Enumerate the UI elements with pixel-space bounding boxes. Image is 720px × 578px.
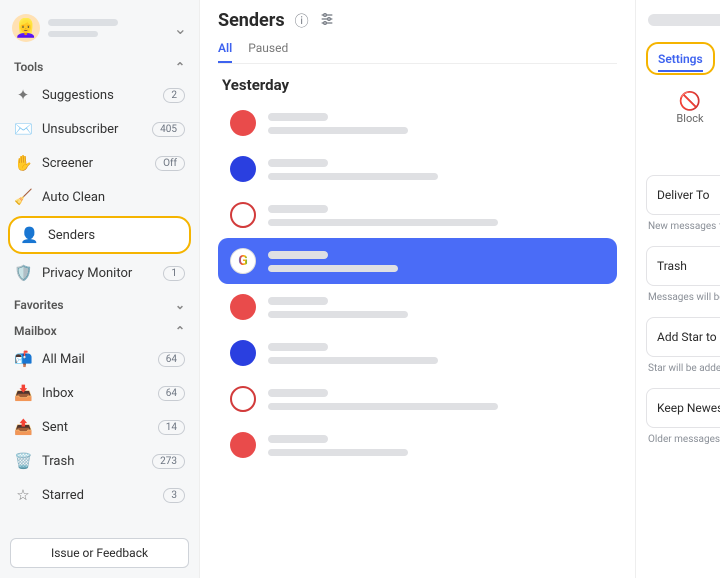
sender-avatar (230, 432, 256, 458)
sender-row[interactable] (218, 284, 617, 330)
mailbox-icon: 📥 (14, 384, 32, 402)
tool-label: Suggestions (42, 88, 114, 103)
mailbox-item-sent[interactable]: 📤 Sent 14 (0, 410, 199, 444)
mailbox-badge: 273 (152, 454, 185, 469)
tool-icon: ✦ (14, 86, 32, 104)
sender-row[interactable] (218, 422, 617, 468)
avatar: 👱‍♀️ (12, 14, 40, 42)
sidebar-tool-screener[interactable]: ✋ Screener Off (0, 146, 199, 180)
group-header-yesterday: Yesterday (222, 76, 617, 94)
mailbox-icon: 📬 (14, 350, 32, 368)
sender-avatar (230, 294, 256, 320)
issue-feedback-button[interactable]: Issue or Feedback (10, 538, 189, 568)
tool-icon: 👤 (20, 226, 38, 244)
mailbox-badge: 14 (158, 420, 185, 435)
caption-star: Star will be adde (648, 363, 720, 374)
mailbox-item-trash[interactable]: 🗑️ Trash 273 (0, 444, 199, 478)
block-icon: 🚫 (660, 91, 720, 112)
tool-icon: ✉️ (14, 120, 32, 138)
sender-row[interactable] (218, 146, 617, 192)
tool-badge: 1 (163, 266, 185, 281)
mailbox-icon: 🗑️ (14, 452, 32, 470)
chevron-down-icon: ⌄ (175, 298, 185, 312)
sender-avatar (230, 340, 256, 366)
sidebar-tool-unsubscriber[interactable]: ✉️ Unsubscriber 405 (0, 112, 199, 146)
sender-tabs: All Paused (218, 37, 617, 64)
account-switcher[interactable]: 👱‍♀️ ⌄ (0, 10, 199, 52)
sidebar-tool-senders[interactable]: 👤 Senders (8, 216, 191, 254)
sender-avatar (230, 386, 256, 412)
page-title: Senders (218, 10, 285, 31)
sender-row[interactable]: G (218, 238, 617, 284)
sender-row[interactable] (218, 192, 617, 238)
mailbox-icon: 📤 (14, 418, 32, 436)
action-deliver-to[interactable]: Deliver To (646, 175, 720, 215)
caption-deliver: New messages f (648, 221, 720, 232)
sidebar: 👱‍♀️ ⌄ Tools ⌃ ✦ Suggestions 2✉️ Unsubsc… (0, 0, 200, 578)
tool-icon: ✋ (14, 154, 32, 172)
sender-avatar (230, 110, 256, 136)
detail-panel: Settings Messages 🚫 Block Deliver To New… (635, 0, 720, 578)
tool-label: Senders (48, 228, 95, 243)
mailbox-badge: 64 (158, 386, 185, 401)
block-action[interactable]: 🚫 Block (660, 85, 720, 125)
chevron-down-icon: ⌄ (174, 19, 187, 38)
sender-row[interactable] (218, 100, 617, 146)
mailbox-icon: ☆ (14, 486, 32, 504)
caption-trash: Messages will be (648, 292, 720, 303)
sidebar-tool-privacy-monitor[interactable]: 🛡️ Privacy Monitor 1 (0, 256, 199, 290)
tool-badge: 405 (152, 122, 185, 137)
section-mailbox-header[interactable]: Mailbox ⌃ (0, 316, 199, 342)
tool-label: Auto Clean (42, 190, 105, 205)
tab-paused[interactable]: Paused (248, 37, 288, 63)
mailbox-badge: 3 (163, 488, 185, 503)
tool-badge: Off (155, 156, 185, 171)
action-trash[interactable]: Trash (646, 246, 720, 286)
mailbox-label: Inbox (42, 386, 74, 401)
tool-label: Privacy Monitor (42, 266, 132, 281)
caption-keep: Older messages (648, 434, 720, 445)
sidebar-tool-auto-clean[interactable]: 🧹 Auto Clean (0, 180, 199, 214)
sender-row[interactable] (218, 376, 617, 422)
mailbox-label: Sent (42, 420, 68, 435)
mailbox-label: All Mail (42, 352, 85, 367)
sender-avatar (230, 156, 256, 182)
section-favorites-header[interactable]: Favorites ⌄ (0, 290, 199, 316)
help-icon[interactable]: ⓘ (295, 11, 309, 31)
sidebar-tool-suggestions[interactable]: ✦ Suggestions 2 (0, 78, 199, 112)
tool-icon: 🛡️ (14, 264, 32, 282)
tab-settings[interactable]: Settings (658, 48, 703, 72)
filter-icon[interactable] (319, 11, 335, 31)
tool-icon: 🧹 (14, 188, 32, 206)
action-keep-newest[interactable]: Keep Newest (646, 388, 720, 428)
mailbox-item-all-mail[interactable]: 📬 All Mail 64 (0, 342, 199, 376)
mailbox-label: Trash (42, 454, 74, 469)
chevron-up-icon: ⌃ (175, 60, 185, 74)
sender-avatar (230, 202, 256, 228)
tool-label: Unsubscriber (42, 122, 118, 137)
tool-label: Screener (42, 156, 93, 171)
chevron-up-icon: ⌃ (175, 324, 185, 338)
tool-badge: 2 (163, 88, 185, 103)
section-tools-header[interactable]: Tools ⌃ (0, 52, 199, 78)
tab-settings-highlight: Settings (646, 42, 715, 75)
mailbox-label: Starred (42, 488, 84, 503)
detail-title-placeholder (648, 14, 720, 26)
mailbox-badge: 64 (158, 352, 185, 367)
mailbox-item-inbox[interactable]: 📥 Inbox 64 (0, 376, 199, 410)
action-add-star[interactable]: Add Star to Ne (646, 317, 720, 357)
tab-all[interactable]: All (218, 37, 232, 63)
sender-avatar: G (230, 248, 256, 274)
main-column: Senders ⓘ All Paused Yesterday G (200, 0, 635, 578)
sender-row[interactable] (218, 330, 617, 376)
mailbox-item-starred[interactable]: ☆ Starred 3 (0, 478, 199, 512)
